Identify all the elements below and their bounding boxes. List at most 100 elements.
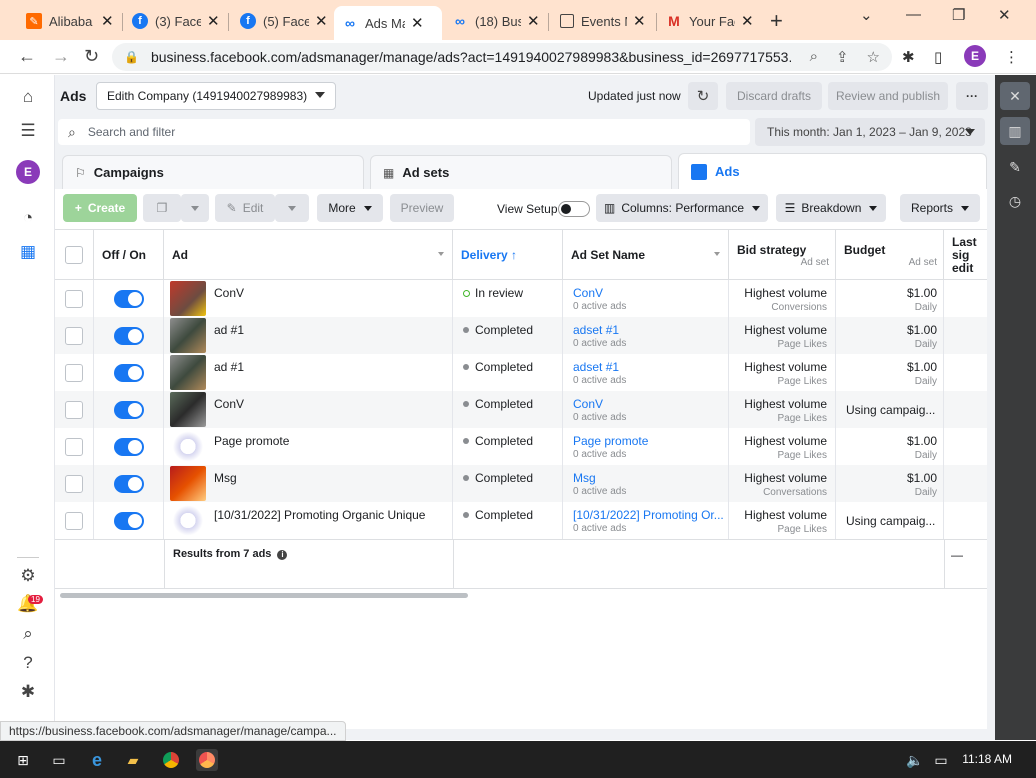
table-row[interactable]: [10/31/2022] Promoting Organic Unique Co… (55, 502, 987, 539)
bug-report-icon[interactable]: ✱ (17, 681, 39, 703)
header-last-edit[interactable]: Last sig edit (944, 230, 987, 280)
ad-set-link[interactable]: [10/31/2022] Promoting Or... (573, 508, 723, 522)
help-icon[interactable]: ? (17, 652, 39, 674)
header-ad[interactable]: Ad (164, 230, 453, 280)
ad-set-link[interactable]: Msg (573, 471, 723, 485)
create-button[interactable]: + Create (63, 194, 137, 222)
new-tab-button[interactable]: + (770, 8, 783, 34)
row-checkbox[interactable] (65, 474, 83, 493)
chrome-active-icon[interactable] (196, 749, 218, 771)
close-icon[interactable]: ✕ (741, 12, 754, 30)
ad-set-link[interactable]: adset #1 (573, 323, 723, 337)
table-row[interactable]: ConV Completed ConV 0 active ads Highest… (55, 391, 987, 428)
ad-name[interactable]: ad #1 (214, 323, 244, 337)
browser-tab-alibaba[interactable]: ✎ Alibaba ✕ (18, 6, 122, 36)
table-row[interactable]: ConV In review ConV 0 active ads Highest… (55, 280, 987, 317)
table-row[interactable]: ad #1 Completed adset #1 0 active ads Hi… (55, 317, 987, 354)
close-icon[interactable]: ✕ (527, 12, 540, 30)
task-view-icon[interactable]: ▭ (48, 749, 70, 771)
browser-tab-ads-manager[interactable]: ∞ Ads Manager ✕ (334, 6, 442, 40)
duplicate-dropdown[interactable] (181, 194, 209, 222)
review-publish-button[interactable]: Review and publish (828, 82, 948, 110)
view-setup-toggle[interactable] (558, 201, 590, 217)
ad-name[interactable]: [10/31/2022] Promoting Organic Unique (214, 508, 425, 522)
bookmark-star-icon[interactable]: ☆ (867, 48, 880, 66)
row-checkbox[interactable] (65, 400, 83, 419)
ad-on-off-toggle[interactable] (113, 363, 144, 382)
edit-button[interactable]: ✎ Edit (215, 194, 275, 222)
ad-set-link[interactable]: ConV (573, 286, 723, 300)
ad-on-off-toggle[interactable] (113, 326, 144, 345)
ad-set-link[interactable]: ConV (573, 397, 723, 411)
windows-start-icon[interactable]: ⊞ (12, 749, 34, 771)
columns-button[interactable]: ▥ Columns: Performance (596, 194, 768, 222)
table-row[interactable]: Page promote Completed Page promote 0 ac… (55, 428, 987, 465)
edit-pencil-icon[interactable]: ✎ (1000, 153, 1030, 181)
close-icon[interactable]: ✕ (633, 12, 646, 30)
search-input[interactable]: ⌕ Search and filter (58, 119, 750, 145)
select-all-checkbox[interactable] (65, 246, 83, 264)
browser-tab-facebook-5[interactable]: f (5) Facebook ✕ (232, 6, 336, 36)
dashboard-icon[interactable]: ◔ (17, 207, 39, 229)
header-bid-strategy[interactable]: Bid strategy Ad set (729, 230, 836, 280)
home-icon[interactable]: ⌂ (17, 86, 39, 108)
settings-icon[interactable]: ⚙ (17, 565, 39, 587)
extensions-icon[interactable]: ✱ (902, 48, 915, 66)
ad-name[interactable]: ConV (214, 286, 244, 300)
browser-tab-gmail[interactable]: M Your Facebook ✕ (658, 6, 762, 36)
horizontal-scrollbar[interactable] (60, 593, 468, 598)
header-ad-set-name[interactable]: Ad Set Name (563, 230, 729, 280)
row-checkbox[interactable] (65, 363, 83, 382)
close-icon[interactable]: ✕ (411, 14, 424, 32)
ad-name[interactable]: ConV (214, 397, 244, 411)
ad-on-off-toggle[interactable] (113, 400, 144, 419)
more-button[interactable]: More (317, 194, 383, 222)
chrome-icon[interactable] (160, 749, 182, 771)
header-budget[interactable]: Budget Ad set (836, 230, 944, 280)
browser-tab-events-manager[interactable]: Events Manager ✕ (552, 6, 654, 36)
table-row[interactable]: Msg Completed Msg 0 active ads Highest v… (55, 465, 987, 502)
close-icon[interactable]: ✕ (315, 12, 328, 30)
zoom-icon[interactable]: ⌕ (810, 48, 818, 66)
close-icon[interactable]: ✕ (101, 12, 114, 30)
date-range-picker[interactable]: This month: Jan 1, 2023 – Jan 9, 2023 (755, 118, 985, 146)
more-options-button[interactable]: ··· (956, 82, 988, 110)
ad-on-off-toggle[interactable] (113, 474, 144, 493)
ad-on-off-toggle[interactable] (113, 511, 144, 530)
preview-button[interactable]: Preview (390, 194, 454, 222)
back-icon[interactable]: ← (18, 46, 36, 67)
ad-set-link[interactable]: adset #1 (573, 360, 723, 374)
file-explorer-icon[interactable]: ▰ (122, 749, 144, 771)
ads-manager-icon[interactable]: ▦ (17, 241, 39, 263)
search-icon[interactable]: ⌕ (17, 623, 39, 645)
ad-name[interactable]: ad #1 (214, 360, 244, 374)
minimize-button[interactable]: — (906, 6, 921, 23)
close-panel-icon[interactable]: ✕ (1000, 82, 1030, 110)
ad-name[interactable]: Msg (214, 471, 237, 485)
tab-search-icon[interactable]: ⌄ (860, 6, 873, 24)
menu-icon[interactable]: ☰ (17, 120, 39, 142)
account-avatar[interactable]: E (16, 160, 40, 184)
discard-drafts-button[interactable]: Discard drafts (726, 82, 822, 110)
tab-campaigns[interactable]: ⚐ Campaigns (62, 155, 364, 189)
ad-on-off-toggle[interactable] (113, 437, 144, 456)
info-icon[interactable]: i (277, 550, 288, 560)
edit-dropdown[interactable] (275, 194, 309, 222)
edge-icon[interactable]: e (86, 749, 108, 771)
breakdown-button[interactable]: ☰ Breakdown (776, 194, 886, 222)
lock-icon[interactable]: 🔒 (124, 50, 139, 64)
browser-tab-facebook-3[interactable]: f (3) Facebook ✕ (124, 6, 228, 36)
ad-on-off-toggle[interactable] (113, 289, 144, 308)
table-row[interactable]: ad #1 Completed adset #1 0 active ads Hi… (55, 354, 987, 391)
forward-icon[interactable]: → (52, 46, 70, 67)
reload-icon[interactable]: ↻ (84, 46, 99, 67)
chart-icon[interactable]: ▥ (1000, 117, 1030, 145)
ad-set-link[interactable]: Page promote (573, 434, 723, 448)
header-delivery[interactable]: Delivery ↑ (453, 230, 563, 280)
row-checkbox[interactable] (65, 437, 83, 456)
refresh-button[interactable]: ↻ (688, 82, 718, 110)
tab-ad-sets[interactable]: ▦ Ad sets (370, 155, 672, 189)
row-checkbox[interactable] (65, 289, 83, 308)
side-panel-icon[interactable]: ▯ (934, 48, 942, 66)
close-window-button[interactable]: ✕ (998, 6, 1011, 24)
